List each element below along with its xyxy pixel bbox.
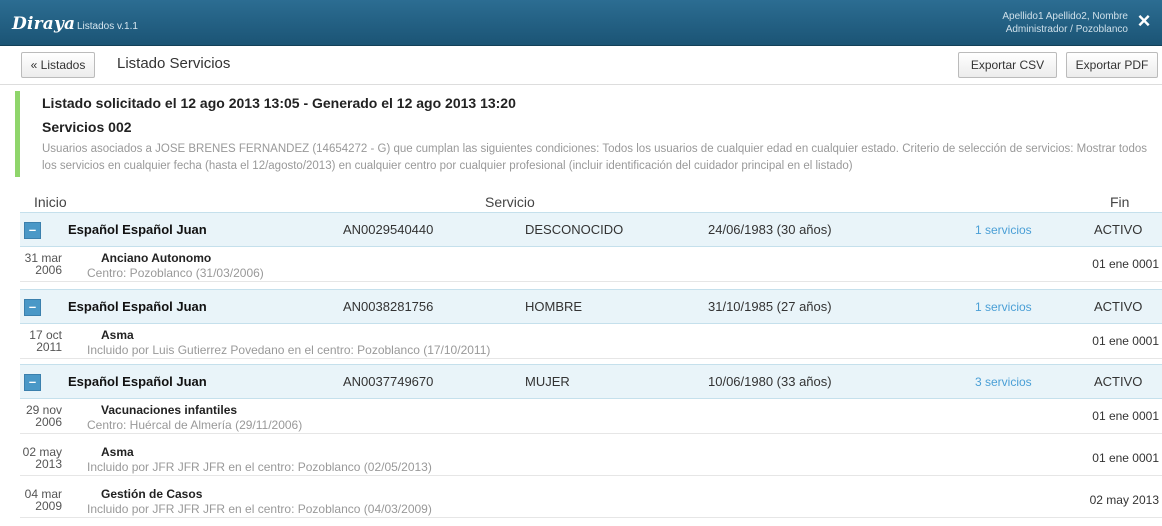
collapse-icon[interactable]: – xyxy=(24,374,41,391)
close-icon[interactable]: × xyxy=(1134,9,1154,33)
export-pdf-button[interactable]: Exportar PDF xyxy=(1066,52,1158,78)
app-header: Diraya Listados v.1.1 Apellido1 Apellido… xyxy=(0,0,1162,46)
service-end-date: 01 ene 0001 xyxy=(1092,257,1159,271)
person-birthdate: 24/06/1983 (30 años) xyxy=(708,222,832,237)
service-start-year: 2009 xyxy=(35,499,62,513)
report-title: Listado solicitado el 12 ago 2013 13:05 … xyxy=(42,95,516,111)
collapse-icon[interactable]: – xyxy=(24,222,41,239)
user-name: Apellido1 Apellido2, Nombre xyxy=(1002,11,1128,22)
report-description: Usuarios asociados a JOSE BRENES FERNAND… xyxy=(42,143,1147,172)
person-id: AN0029540440 xyxy=(343,222,434,237)
report-subtitle: Servicios 002 xyxy=(42,119,132,135)
service-start-year: 2006 xyxy=(35,415,62,429)
service-description: Incluido por JFR JFR JFR en el centro: P… xyxy=(87,460,432,474)
collapse-icon[interactable]: – xyxy=(24,299,41,316)
person-row[interactable]: – Español Español Juan AN0037749670 MUJE… xyxy=(20,364,1162,399)
toolbar: « Listados Listado Servicios Exportar CS… xyxy=(0,46,1162,85)
service-row: 02 may 2013 Asma Incluido por JFR JFR JF… xyxy=(20,441,1162,476)
service-start-date: 04 mar 2009 xyxy=(20,488,62,512)
service-row: 29 nov 2006 Vacunaciones infantiles Cent… xyxy=(20,399,1162,434)
service-description: Incluido por JFR JFR JFR en el centro: P… xyxy=(87,502,432,516)
app-version: Listados v.1.1 xyxy=(77,21,138,32)
person-birthdate: 10/06/1980 (33 años) xyxy=(708,374,832,389)
person-name: Español Español Juan xyxy=(68,299,207,314)
person-status: ACTIVO xyxy=(1094,299,1143,314)
service-end-date: 01 ene 0001 xyxy=(1092,334,1159,348)
person-sex: HOMBRE xyxy=(525,299,583,314)
service-description: Centro: Huércal de Almería (29/11/2006) xyxy=(87,418,303,432)
service-end-date: 02 may 2013 xyxy=(1089,493,1159,507)
service-name: Vacunaciones infantiles xyxy=(101,403,238,417)
service-description: Incluido por Luis Gutierrez Povedano en … xyxy=(87,343,491,357)
column-header-servicio: Servicio xyxy=(485,194,535,210)
person-status: ACTIVO xyxy=(1094,374,1143,389)
person-name: Español Español Juan xyxy=(68,222,207,237)
column-header-fin: Fin xyxy=(1110,194,1130,210)
person-id: AN0038281756 xyxy=(343,299,434,314)
person-row[interactable]: – Español Español Juan AN0029540440 DESC… xyxy=(20,212,1162,247)
service-name: Gestión de Casos xyxy=(101,487,203,501)
user-role: Administrador / Pozoblanco xyxy=(1005,24,1128,35)
person-status: ACTIVO xyxy=(1094,222,1143,237)
service-name: Asma xyxy=(101,328,134,342)
service-start-date: 02 may 2013 xyxy=(20,446,62,470)
report-info: Listado solicitado el 12 ago 2013 13:05 … xyxy=(15,91,1160,177)
column-header-inicio: Inicio xyxy=(34,194,67,210)
service-start-year: 2006 xyxy=(35,263,62,277)
service-start-date: 31 mar 2006 xyxy=(20,252,62,276)
service-row: 04 mar 2009 Gestión de Casos Incluido po… xyxy=(20,483,1162,518)
page-title: Listado Servicios xyxy=(117,55,231,72)
service-start-date: 29 nov 2006 xyxy=(20,404,62,428)
service-start-year: 2011 xyxy=(36,340,62,354)
export-csv-button[interactable]: Exportar CSV xyxy=(958,52,1057,78)
service-name: Asma xyxy=(101,445,134,459)
person-sex: DESCONOCIDO xyxy=(525,222,624,237)
person-name: Español Español Juan xyxy=(68,374,207,389)
service-name: Anciano Autonomo xyxy=(101,251,212,265)
service-end-date: 01 ene 0001 xyxy=(1092,451,1159,465)
person-row[interactable]: – Español Español Juan AN0038281756 HOMB… xyxy=(20,289,1162,324)
app-logo: Diraya xyxy=(12,14,76,34)
services-count-link[interactable]: 3 servicios xyxy=(975,375,1032,389)
back-to-listados-button[interactable]: « Listados xyxy=(21,52,95,78)
service-row: 31 mar 2006 Anciano Autonomo Centro: Poz… xyxy=(20,247,1162,282)
person-birthdate: 31/10/1985 (27 años) xyxy=(708,299,832,314)
service-description: Centro: Pozoblanco (31/03/2006) xyxy=(87,266,264,280)
services-count-link[interactable]: 1 servicios xyxy=(975,223,1032,237)
person-id: AN0037749670 xyxy=(343,374,434,389)
service-start-year: 2013 xyxy=(35,457,62,471)
service-end-date: 01 ene 0001 xyxy=(1092,409,1159,423)
user-info: Apellido1 Apellido2, Nombre Administrado… xyxy=(1002,10,1128,36)
services-count-link[interactable]: 1 servicios xyxy=(975,300,1032,314)
service-row: 17 oct 2011 Asma Incluido por Luis Gutie… xyxy=(20,324,1162,359)
service-start-date: 17 oct 2011 xyxy=(20,329,62,353)
person-sex: MUJER xyxy=(525,374,570,389)
